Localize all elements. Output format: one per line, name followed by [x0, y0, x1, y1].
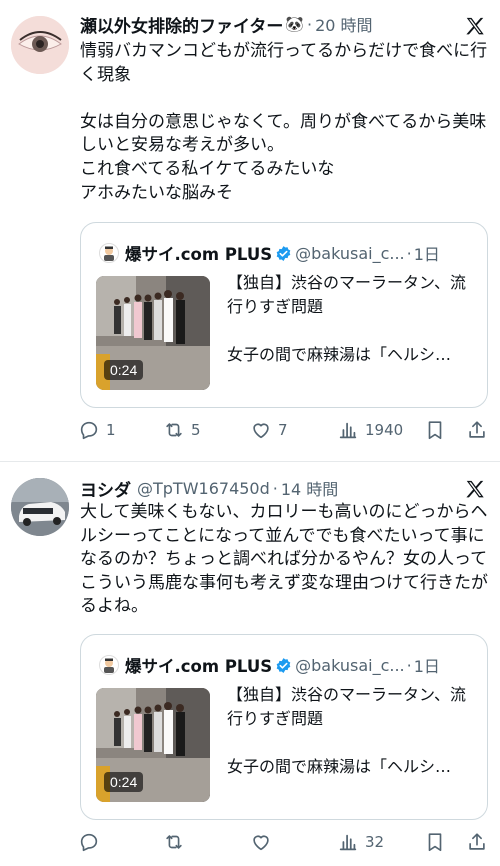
tweet-header: ヨシダ @TpTW167450d · 14 時間: [80, 475, 450, 501]
like-button[interactable]: [250, 830, 278, 854]
handle[interactable]: @TpTW167450d: [137, 479, 270, 498]
tweet-text: 情弱バカマンコどもが流行ってるからだけで食べに行く現象 女は自分の意思じゃなくて…: [80, 41, 488, 203]
video-duration: 0:24: [104, 772, 144, 792]
bookmark-button[interactable]: [424, 830, 446, 854]
views-button[interactable]: 1940: [337, 418, 403, 442]
timestamp[interactable]: 20 時間: [315, 12, 372, 36]
like-button[interactable]: 7: [250, 418, 288, 442]
quote-timestamp: 1日: [413, 245, 440, 264]
views-icon: [339, 834, 357, 851]
retweet-button[interactable]: 5: [163, 418, 201, 442]
panda-emoji: 🐼: [285, 15, 305, 33]
reply-button[interactable]: 1: [78, 418, 116, 442]
quote-avatar: [99, 655, 119, 675]
view-count: 1940: [365, 421, 404, 439]
action-bar: 32: [78, 830, 490, 854]
tweet-header: 瀬以外女排除的ファイター 🐼 · 20 時間: [80, 11, 450, 37]
verified-badge-icon: [276, 657, 291, 673]
like-icon: [253, 423, 269, 439]
retweet-count: 5: [191, 421, 201, 439]
display-name[interactable]: 瀬以外女排除的ファイター: [80, 12, 283, 37]
quote-avatar: [99, 243, 119, 263]
display-name[interactable]: ヨシダ: [80, 476, 131, 501]
like-icon: [253, 835, 269, 851]
share-button[interactable]: [466, 418, 488, 442]
x-logo-icon: [466, 17, 484, 35]
quote-header: 爆サイ.com PLUS @bakusai_c... · 1日: [99, 653, 475, 677]
share-button[interactable]: [466, 830, 488, 854]
quote-title: 【独自】渋谷のマーラータン、流行りすぎ問題: [227, 685, 467, 728]
retweet-icon: [166, 423, 182, 437]
reply-button[interactable]: [78, 830, 106, 854]
retweet-icon: [166, 835, 182, 849]
share-icon: [469, 833, 485, 850]
like-count: 7: [278, 421, 288, 439]
avatar[interactable]: [11, 478, 69, 536]
bookmark-icon: [428, 833, 442, 852]
verified-badge-icon: [276, 245, 291, 261]
retweet-button[interactable]: [163, 830, 191, 854]
tweet-text: 大して美味くもない、カロリーも高いのにどっからヘルシーってことになって並んででも…: [80, 502, 488, 617]
views-button[interactable]: 32: [337, 830, 384, 854]
quote-display-name: 爆サイ.com PLUS: [125, 657, 273, 676]
separator-dot: ·: [272, 478, 278, 498]
quote-excerpt: 女子の間で麻辣湯は「ヘルシ…: [227, 345, 452, 364]
quote-display-name: 爆サイ.com PLUS: [125, 245, 273, 264]
quote-tweet-card[interactable]: 爆サイ.com PLUS @bakusai_c... · 1日 0:24 【独自…: [80, 634, 488, 820]
video-thumbnail[interactable]: 0:24: [96, 688, 210, 802]
quote-title: 【独自】渋谷のマーラータン、流行りすぎ問題: [227, 273, 467, 316]
timestamp[interactable]: 14 時間: [281, 476, 338, 500]
quote-handle: @bakusai_c...: [295, 243, 405, 263]
share-icon: [469, 421, 485, 438]
reply-count: 1: [106, 421, 116, 439]
avatar[interactable]: [11, 16, 69, 74]
video-duration: 0:24: [104, 360, 144, 380]
views-icon: [339, 422, 357, 439]
x-logo-icon: [466, 480, 484, 498]
separator-dot: ·: [406, 243, 412, 263]
quote-handle: @bakusai_c...: [295, 655, 405, 675]
action-bar: 1 5 7 1940: [78, 418, 490, 442]
reply-icon: [80, 833, 98, 852]
view-count: 32: [365, 833, 385, 851]
quote-header: 爆サイ.com PLUS @bakusai_c... · 1日: [99, 241, 475, 265]
bookmark-button[interactable]: [424, 418, 446, 442]
quote-tweet-card[interactable]: 爆サイ.com PLUS @bakusai_c... · 1日 0:24 【独自…: [80, 222, 488, 408]
tweet[interactable]: ヨシダ @TpTW167450d · 14 時間 大して美味くもない、カロリーも…: [0, 462, 500, 866]
tweet[interactable]: 瀬以外女排除的ファイター 🐼 · 20 時間 情弱バカマンコどもが流行ってるから…: [0, 0, 500, 462]
quote-timestamp: 1日: [413, 657, 440, 676]
reply-icon: [80, 421, 98, 440]
quote-excerpt: 女子の間で麻辣湯は「ヘルシ…: [227, 757, 452, 776]
video-thumbnail[interactable]: 0:24: [96, 276, 210, 390]
separator-dot: ·: [307, 14, 313, 34]
separator-dot: ·: [406, 655, 412, 675]
bookmark-icon: [428, 421, 442, 440]
